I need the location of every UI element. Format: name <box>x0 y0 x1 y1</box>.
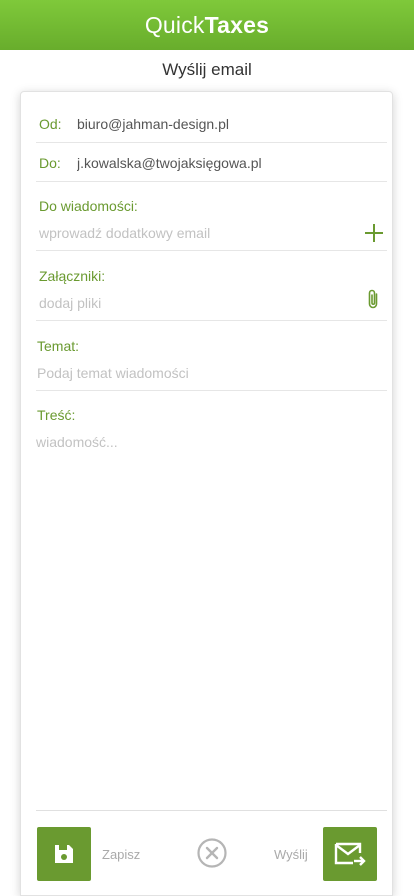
subject-input[interactable] <box>37 365 337 381</box>
from-row: Od: biuro@jahman-design.pl <box>36 105 387 143</box>
subject-row: Temat: <box>36 336 387 391</box>
cancel-circle-icon[interactable] <box>196 837 228 869</box>
from-label: Od: <box>39 115 62 132</box>
to-label: Do: <box>39 154 61 171</box>
cc-input[interactable] <box>39 225 339 241</box>
app-title-light: Quick <box>144 11 205 38</box>
to-field[interactable] <box>77 154 377 171</box>
cc-label: Do wiadomości: <box>39 198 138 214</box>
envelope-send-icon <box>334 842 366 866</box>
email-form-card: Od: biuro@jahman-design.pl Do: Do wiadom… <box>20 91 393 896</box>
cc-row: Do wiadomości: <box>36 196 387 251</box>
attachments-input[interactable]: dodaj pliki <box>39 295 101 311</box>
send-label: Wyślij <box>274 847 308 862</box>
plus-icon[interactable] <box>363 222 385 244</box>
app-title-bold: Taxes <box>204 11 270 38</box>
from-value: biuro@jahman-design.pl <box>77 115 229 132</box>
body-label: Treść: <box>37 407 76 423</box>
attachments-row: Załączniki: dodaj pliki <box>36 266 387 321</box>
save-label: Zapisz <box>102 847 141 862</box>
subject-label: Temat: <box>37 338 80 354</box>
paperclip-icon[interactable] <box>363 288 385 310</box>
floppy-disk-icon <box>55 845 73 863</box>
app-header: Quick Taxes <box>0 0 414 50</box>
message-textarea[interactable] <box>36 434 387 794</box>
save-button[interactable] <box>37 827 91 881</box>
send-button[interactable] <box>323 827 377 881</box>
form-footer: Zapisz Wyślij <box>36 810 387 896</box>
to-row: Do: <box>36 144 387 182</box>
attachments-label: Załączniki: <box>39 268 106 284</box>
page-title: Wyślij email <box>162 60 252 79</box>
